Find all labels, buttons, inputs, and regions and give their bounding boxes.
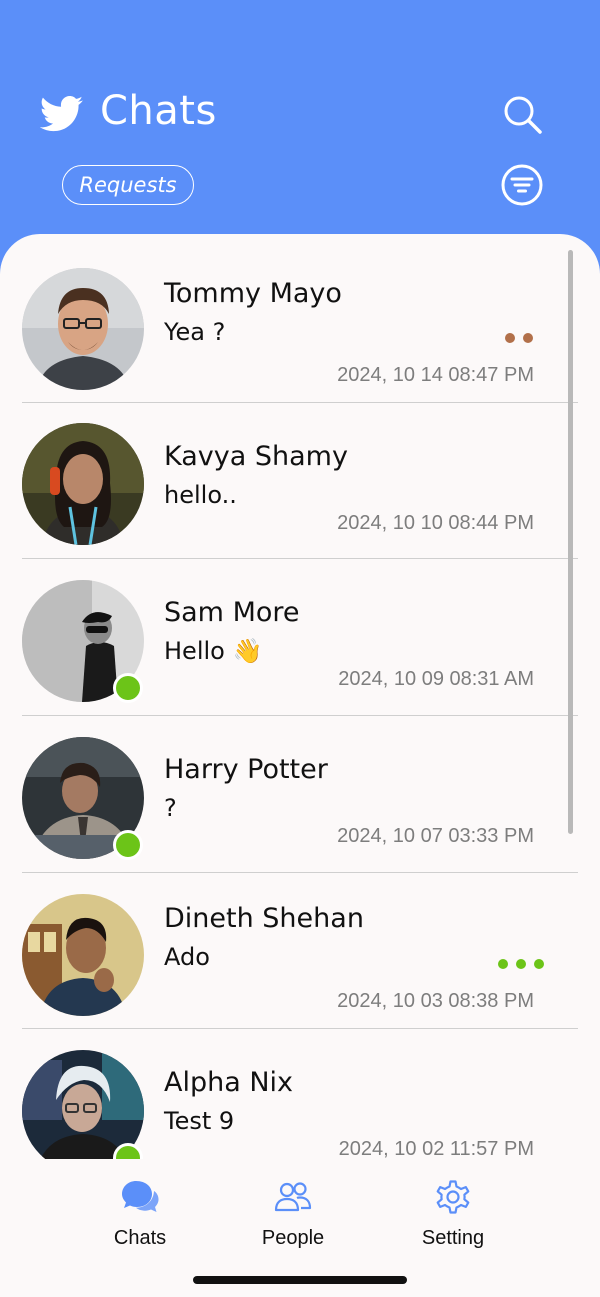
typing-indicator	[505, 333, 533, 343]
avatar	[22, 268, 144, 390]
people-icon	[274, 1182, 312, 1212]
chat-row[interactable]: Kavya Shamy hello.. 2024, 10 10 08:44 PM	[0, 403, 600, 560]
contact-name: Sam More	[164, 597, 300, 628]
page-title: Chats	[100, 88, 217, 134]
contact-name: Kavya Shamy	[164, 441, 348, 472]
last-message: Yea ?	[164, 318, 226, 346]
gear-icon	[436, 1180, 470, 1214]
nav-label: Setting	[421, 1227, 485, 1249]
message-time: 2024, 10 10 08:44 PM	[337, 512, 534, 534]
last-message: ?	[164, 794, 177, 822]
scrollbar[interactable]	[568, 250, 573, 834]
filter-icon[interactable]	[500, 163, 544, 207]
contact-name: Alpha Nix	[164, 1067, 294, 1098]
chat-list[interactable]: Tommy Mayo Yea ? 2024, 10 14 08:47 PM Ka…	[0, 234, 600, 1159]
chat-row[interactable]: Alpha Nix Test 9 2024, 10 02 11:57 PM	[0, 1029, 600, 1159]
chat-sheet: Tommy Mayo Yea ? 2024, 10 14 08:47 PM Ka…	[0, 234, 600, 1297]
chat-row[interactable]: Harry Potter ? 2024, 10 07 03:33 PM	[0, 716, 600, 873]
search-icon[interactable]	[500, 92, 544, 136]
last-message: Hello 👋	[164, 637, 263, 665]
nav-setting[interactable]: Setting	[393, 1177, 513, 1250]
last-message: Ado	[164, 943, 210, 971]
message-time: 2024, 10 07 03:33 PM	[337, 825, 534, 847]
message-time: 2024, 10 03 08:38 PM	[337, 990, 534, 1012]
message-time: 2024, 10 02 11:57 PM	[338, 1138, 534, 1159]
contact-name: Tommy Mayo	[164, 278, 342, 309]
home-indicator	[193, 1276, 407, 1284]
last-message: hello..	[164, 481, 237, 509]
avatar	[22, 423, 144, 545]
online-status-dot	[113, 830, 143, 860]
message-time: 2024, 10 14 08:47 PM	[337, 364, 534, 386]
app-header: Chats Requests	[0, 0, 600, 240]
typing-indicator	[498, 959, 544, 969]
chat-row[interactable]: Tommy Mayo Yea ? 2024, 10 14 08:47 PM	[0, 234, 600, 391]
nav-people[interactable]: People	[233, 1177, 353, 1250]
requests-button[interactable]: Requests	[62, 165, 194, 205]
last-message: Test 9	[164, 1107, 235, 1135]
chat-row[interactable]: Sam More Hello 👋 2024, 10 09 08:31 AM	[0, 559, 600, 716]
nav-label: Chats	[113, 1227, 167, 1249]
message-time: 2024, 10 09 08:31 AM	[338, 668, 534, 690]
chat-bubbles-icon	[122, 1181, 159, 1212]
contact-name: Dineth Shehan	[164, 903, 364, 934]
chats-screen: Chats Requests Tommy Mayo Yea ? 2024, 10…	[0, 0, 600, 1297]
nav-label: People	[261, 1227, 325, 1249]
chat-row[interactable]: Dineth Shehan Ado 2024, 10 03 08:38 PM	[0, 873, 600, 1030]
nav-chats[interactable]: Chats	[80, 1177, 200, 1250]
avatar	[22, 894, 144, 1016]
bird-logo-icon	[40, 96, 83, 132]
contact-name: Harry Potter	[164, 754, 328, 785]
online-status-dot	[113, 673, 143, 703]
